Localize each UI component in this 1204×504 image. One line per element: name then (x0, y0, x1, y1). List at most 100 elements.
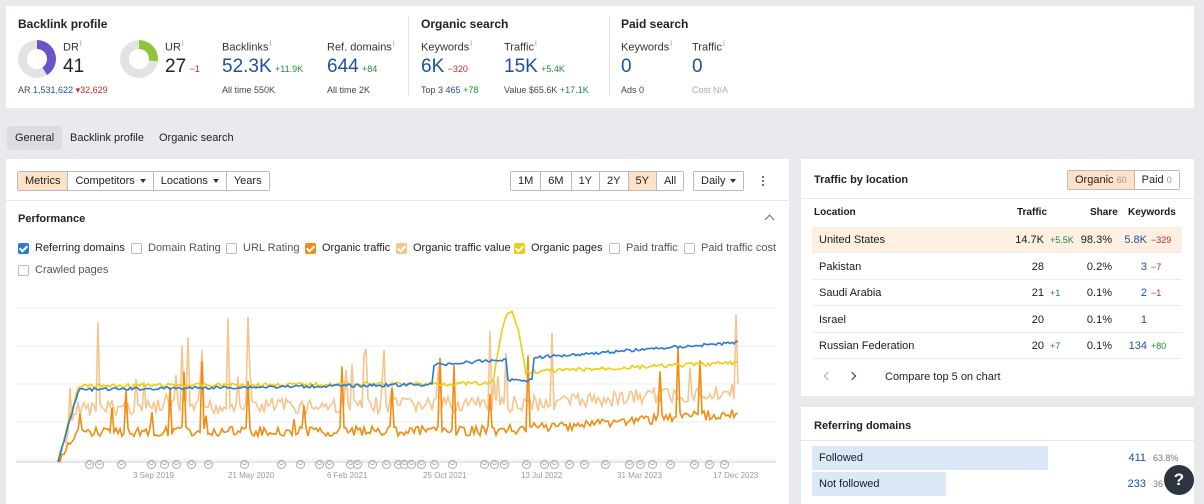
keywords-value[interactable]: 5.8K (1124, 234, 1147, 246)
google-update-marker[interactable]: G (522, 460, 531, 469)
keywords-change: −1 (1151, 288, 1162, 298)
google-update-marker[interactable]: G (490, 460, 499, 469)
google-update-marker[interactable]: G (187, 460, 196, 469)
google-update-marker[interactable]: G (172, 460, 181, 469)
google-update-marker[interactable]: G (580, 460, 589, 469)
google-update-marker[interactable]: G (204, 460, 213, 469)
interval-button[interactable]: Daily (694, 172, 744, 190)
years-button[interactable]: Years (226, 172, 269, 190)
google-update-marker[interactable]: G (480, 460, 489, 469)
series-checkbox-organic-traffic-value[interactable]: Organic traffic value (396, 242, 511, 254)
referring-domain-count[interactable]: 233 (1128, 478, 1146, 490)
series-checkbox-paid-traffic-cost[interactable]: Paid traffic cost (684, 242, 776, 254)
referring-domain-label: Followed (819, 452, 864, 464)
google-update-marker[interactable]: G (353, 460, 362, 469)
location-table-header: Location Traffic Share Keywords (814, 207, 1184, 221)
google-update-marker[interactable]: G (277, 460, 286, 469)
interval-dropdown[interactable]: Daily (693, 171, 745, 191)
organic-traffic-value-row[interactable]: 15K +5.4K (504, 56, 565, 78)
google-update-marker[interactable]: G (550, 460, 559, 469)
google-update-marker[interactable]: G (565, 460, 574, 469)
google-update-marker[interactable]: G (625, 460, 634, 469)
referring-domain-row[interactable]: Not followed 233 36 (812, 472, 1182, 496)
help-button[interactable]: ? (1164, 465, 1194, 495)
organic-toggle[interactable]: Organic 60 (1068, 171, 1135, 189)
referring-domain-count[interactable]: 411 (1128, 452, 1146, 464)
google-update-marker[interactable]: G (417, 460, 426, 469)
google-update-marker[interactable]: G (705, 460, 714, 469)
range-1m[interactable]: 1M (511, 172, 542, 190)
google-update-marker[interactable]: G (160, 460, 169, 469)
location-row[interactable]: Russian Federation 20 +7 0.1% 134 +80 (812, 333, 1182, 359)
location-row[interactable]: United States 14.7K +5.5K 98.3% 5.8K −329 (812, 227, 1182, 253)
google-update-marker[interactable]: G (382, 460, 391, 469)
ur-ring (120, 40, 158, 78)
referring-domain-row[interactable]: Followed 411 63.8% (812, 446, 1182, 470)
google-update-marker[interactable]: G (500, 460, 509, 469)
backlinks-value-row[interactable]: 52.3K +11.9K (222, 56, 303, 78)
dr-label: DRi (63, 39, 82, 54)
checkbox-icon (18, 242, 29, 254)
range-1y[interactable]: 1Y (571, 172, 601, 190)
google-update-marker[interactable]: G (666, 460, 675, 469)
compare-top5-link[interactable]: Compare top 5 on chart (885, 371, 1001, 383)
organic-keywords-value-row[interactable]: 6K −320 (421, 56, 468, 78)
tab-organic-search[interactable]: Organic search (151, 126, 242, 150)
locations-dropdown[interactable]: Locations (153, 172, 227, 190)
range-6m[interactable]: 6M (541, 172, 572, 190)
paid-keywords-label: Keywordsi (621, 39, 673, 54)
location-row[interactable]: Saudi Arabia 21 +1 0.1% 2 −1 (812, 280, 1182, 306)
range-2y[interactable]: 2Y (600, 172, 629, 190)
series-checkbox-paid-traffic[interactable]: Paid traffic (609, 242, 678, 254)
google-update-marker[interactable]: G (315, 460, 324, 469)
series-checkbox-domain-rating[interactable]: Domain Rating (131, 242, 221, 254)
google-update-marker[interactable]: G (95, 460, 104, 469)
google-update-marker[interactable]: G (85, 460, 94, 469)
google-update-marker[interactable]: G (690, 460, 699, 469)
google-update-marker[interactable]: G (296, 460, 305, 469)
google-update-marker[interactable]: G (430, 460, 439, 469)
google-update-marker[interactable]: G (601, 460, 610, 469)
location-row[interactable]: Israel 20 0.1% 1 (812, 307, 1182, 333)
google-update-marker[interactable]: G (448, 460, 457, 469)
col-traffic: Traffic (1017, 207, 1048, 218)
google-update-marker[interactable]: G (147, 460, 156, 469)
keywords-value[interactable]: 134 (1129, 340, 1147, 352)
google-update-marker[interactable]: G (407, 460, 416, 469)
google-update-marker[interactable]: G (648, 460, 657, 469)
checkbox-icon (514, 242, 525, 254)
paid-traffic-value[interactable]: 0 (692, 56, 703, 78)
range-all[interactable]: All (656, 172, 684, 190)
google-update-marker[interactable]: G (540, 460, 549, 469)
google-update-marker[interactable]: G (325, 460, 334, 469)
checkbox-icon (609, 242, 620, 254)
paid-toggle[interactable]: Paid 0 (1134, 171, 1179, 189)
series-checkbox-referring-domains[interactable]: Referring domains (18, 242, 125, 254)
traffic-value: 20 (1031, 313, 1044, 326)
google-update-marker[interactable]: G (117, 460, 126, 469)
divider (801, 198, 1194, 199)
google-update-marker[interactable]: G (368, 460, 377, 469)
tab-backlink-profile[interactable]: Backlink profile (62, 126, 152, 150)
google-update-marker[interactable]: G (240, 460, 249, 469)
series-checkbox-crawled-pages[interactable]: Crawled pages (18, 264, 108, 276)
series-checkbox-organic-traffic[interactable]: Organic traffic (305, 242, 390, 254)
referring-domain-pct: 63.8% (1153, 453, 1179, 463)
range-5y[interactable]: 5Y (628, 172, 657, 190)
tab-general[interactable]: General (7, 126, 63, 150)
ref-domains-value-row[interactable]: 644 +84 (327, 56, 377, 78)
keywords-value[interactable]: 3 (1141, 261, 1147, 273)
series-checkbox-url-rating[interactable]: URL Rating (226, 242, 299, 254)
google-update-marker[interactable]: G (720, 460, 729, 469)
location-name: Russian Federation (819, 340, 915, 352)
more-menu-icon[interactable] (759, 173, 767, 189)
keywords-value[interactable]: 2 (1141, 287, 1147, 299)
competitors-dropdown[interactable]: Competitors (68, 172, 154, 190)
google-update-marker[interactable]: G (636, 460, 645, 469)
metrics-button[interactable]: Metrics (18, 172, 69, 190)
series-checkbox-organic-pages[interactable]: Organic pages (514, 242, 603, 254)
location-row[interactable]: Pakistan 28 0.2% 3 −7 (812, 254, 1182, 280)
backlink-profile-title: Backlink profile (18, 17, 108, 31)
paid-keywords-value[interactable]: 0 (621, 56, 632, 78)
keywords-value[interactable]: 1 (1141, 314, 1147, 326)
